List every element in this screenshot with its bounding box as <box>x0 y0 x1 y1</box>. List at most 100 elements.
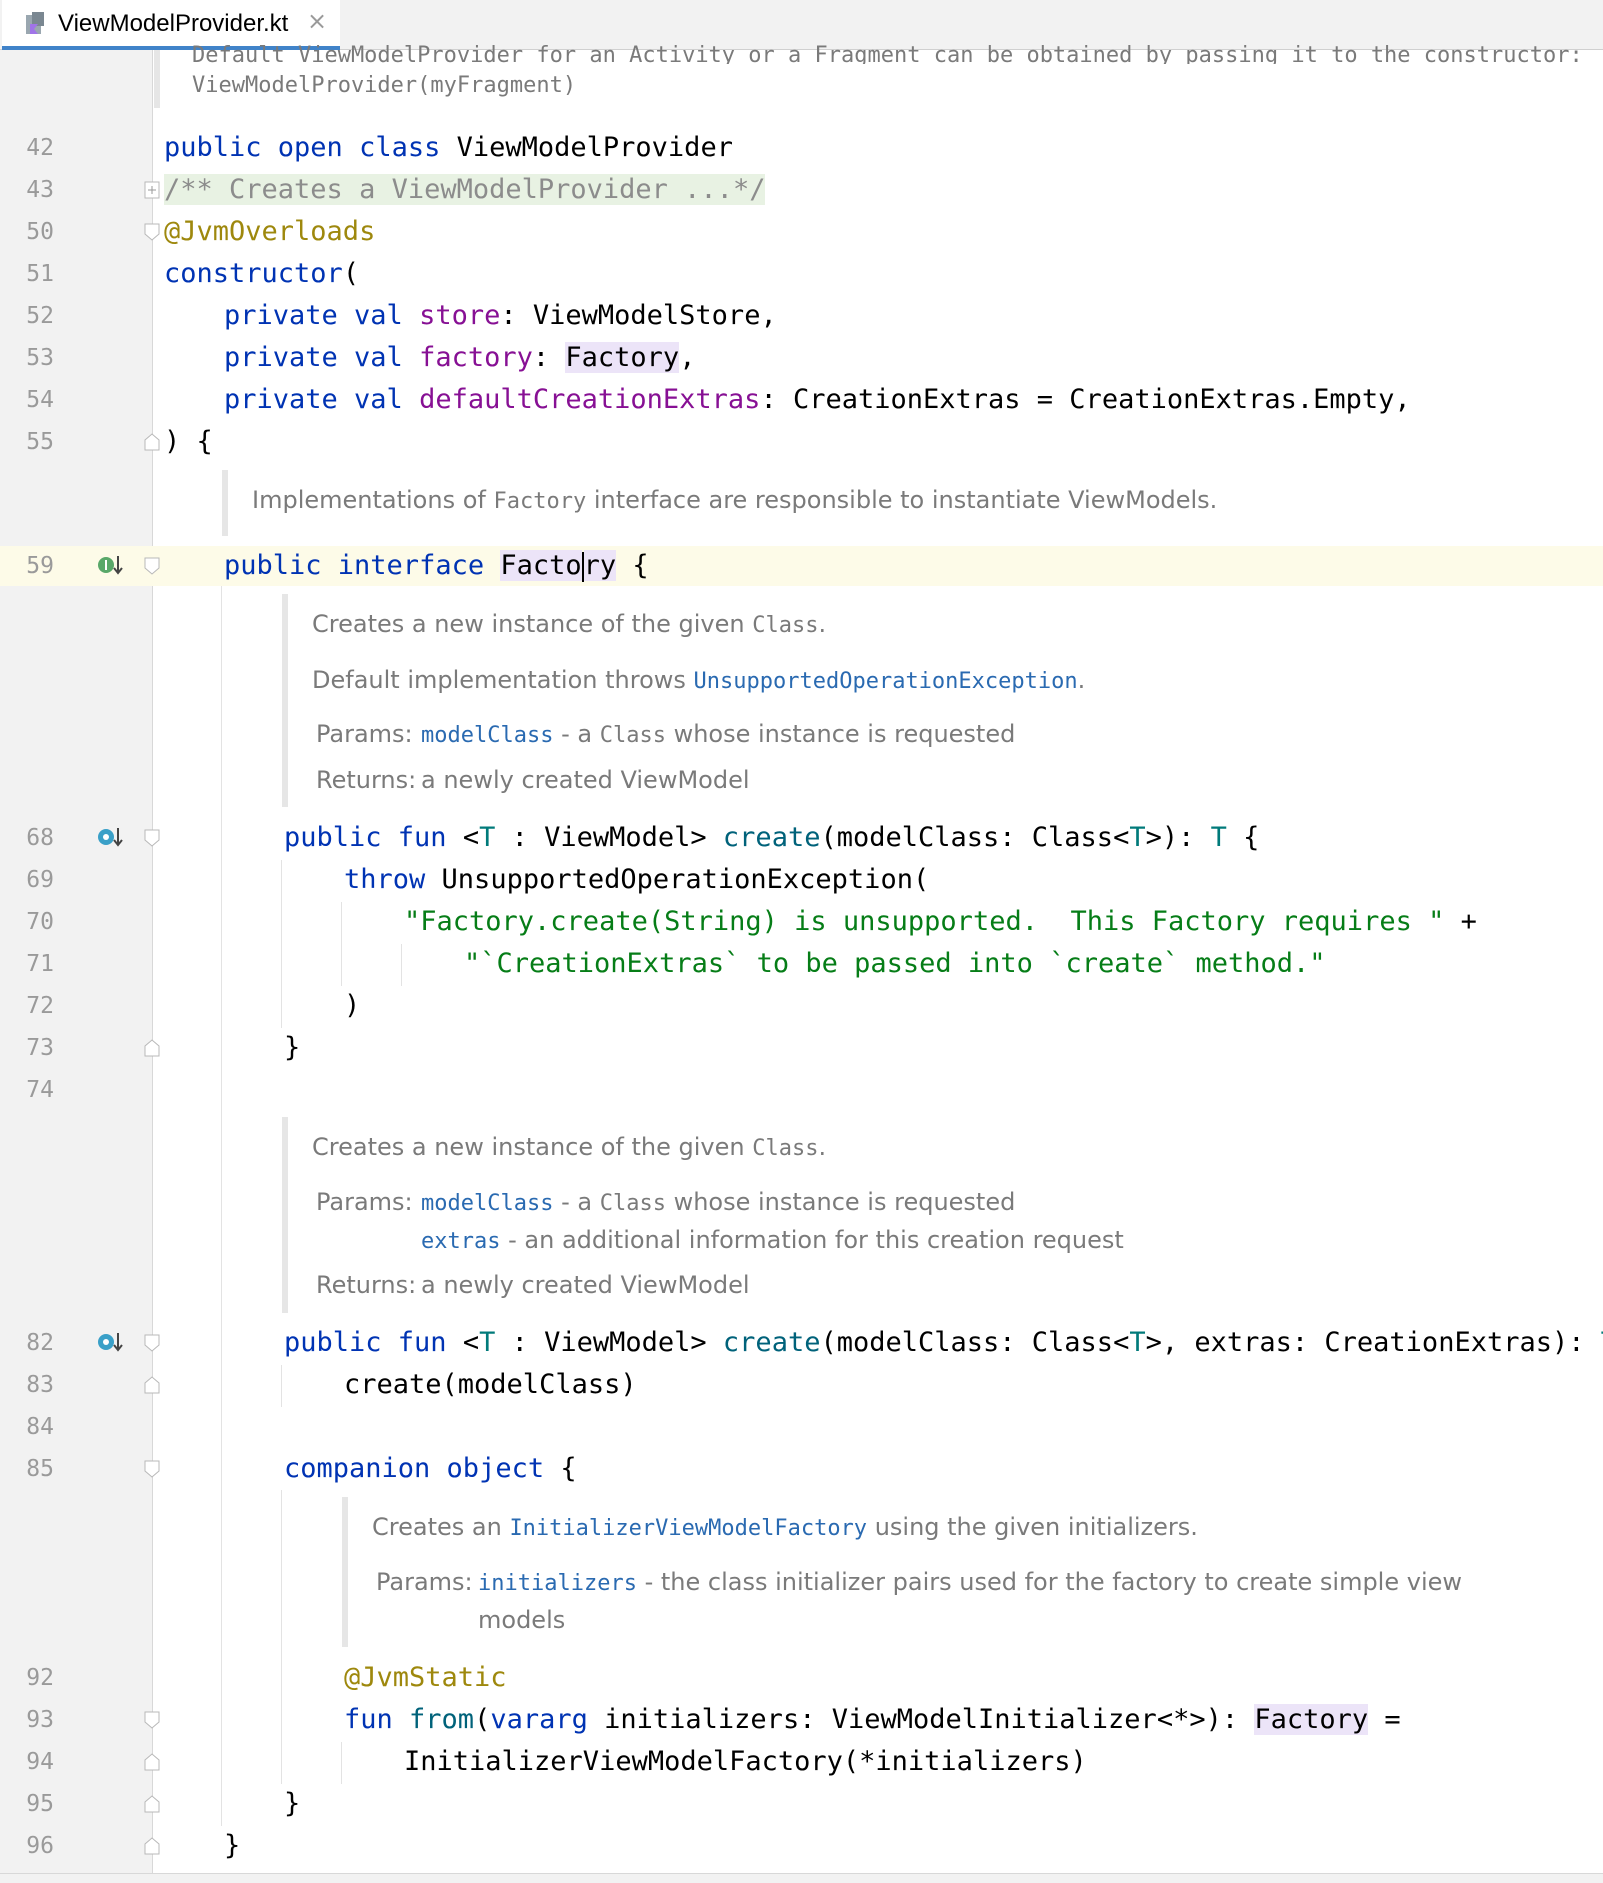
class-doc-line2: ViewModelProvider(myFragment) <box>192 73 577 98</box>
line-number: 85 <box>26 1456 54 1482</box>
line-number: 42 <box>26 135 54 161</box>
code-line-50[interactable]: @JvmOverloads <box>164 211 375 253</box>
line-number: 94 <box>26 1749 54 1775</box>
fold-start-icon[interactable] <box>144 1460 160 1478</box>
from-doc-summary: Creates an InitializerViewModelFactory u… <box>372 1513 1198 1541</box>
param-extras-link[interactable]: extras <box>421 1229 500 1254</box>
code-line-42[interactable]: public open class ViewModelProvider <box>164 127 733 169</box>
doc-bar <box>342 1497 348 1647</box>
from-doc-params-label: Params: <box>376 1568 473 1596</box>
line-number: 71 <box>26 951 54 977</box>
fold-start-icon[interactable] <box>144 1334 160 1352</box>
line-number: 93 <box>26 1707 54 1733</box>
initializer-factory-link[interactable]: InitializerViewModelFactory <box>509 1516 867 1541</box>
line-number: 53 <box>26 345 54 371</box>
from-doc-param-continued: models <box>478 1606 566 1634</box>
indent-guide <box>281 1490 282 1784</box>
code-line-72[interactable]: ) <box>344 985 360 1027</box>
line-number: 82 <box>26 1330 54 1356</box>
create-extras-doc-param1: modelClass - a Class whose instance is r… <box>421 1188 1016 1216</box>
code-line-55[interactable]: ) { <box>164 421 213 463</box>
unsupported-exception-link[interactable]: UnsupportedOperationException <box>694 669 1078 694</box>
implemented-interface-icon[interactable] <box>96 553 126 577</box>
fold-end-icon[interactable] <box>144 1376 160 1394</box>
create-extras-doc-params-label: Params: <box>316 1188 413 1216</box>
fold-start-icon[interactable] <box>144 557 160 575</box>
indent-guide <box>281 1365 282 1407</box>
create-doc-summary: Creates a new instance of the given Clas… <box>312 610 827 638</box>
param-modelclass-link[interactable]: modelClass <box>421 1191 553 1216</box>
text-caret <box>581 551 584 582</box>
param-initializers-link[interactable]: initializers <box>478 1571 637 1596</box>
close-tab-icon[interactable]: × <box>307 7 327 35</box>
indent-guide <box>221 586 222 1826</box>
factory-interface-doc: Implementations of Factory interface are… <box>252 486 1218 514</box>
create-extras-doc-summary: Creates a new instance of the given Clas… <box>312 1133 827 1161</box>
line-number: 59 <box>26 553 54 579</box>
tab-filename: ViewModelProvider.kt <box>58 10 289 37</box>
fold-end-icon[interactable] <box>144 1039 160 1057</box>
code-line-51[interactable]: constructor( <box>164 253 359 295</box>
kotlin-file-icon <box>26 12 44 34</box>
param-modelclass-link[interactable]: modelClass <box>421 723 553 748</box>
line-number: 92 <box>26 1665 54 1691</box>
indent-guide <box>341 1742 342 1784</box>
fold-end-icon[interactable] <box>144 433 160 451</box>
fold-expand-icon[interactable] <box>144 181 160 199</box>
create-doc-params-label: Params: <box>316 720 413 748</box>
code-line-96[interactable]: } <box>224 1825 240 1867</box>
line-number: 84 <box>26 1414 54 1440</box>
create-doc-default: Default implementation throws Unsupporte… <box>312 666 1086 694</box>
class-doc-line1: Default ViewModelProvider for an Activit… <box>192 43 1583 64</box>
code-line-59[interactable]: public interface Factory { <box>224 545 649 587</box>
fold-end-icon[interactable] <box>144 1753 160 1771</box>
fold-end-icon[interactable] <box>144 1795 160 1813</box>
code-line-82[interactable]: public fun <T : ViewModel> create(modelC… <box>284 1322 1603 1364</box>
code-line-54[interactable]: private val defaultCreationExtras: Creat… <box>224 379 1411 421</box>
line-number: 55 <box>26 429 54 455</box>
line-number: 51 <box>26 261 54 287</box>
create-doc-param: modelClass - a Class whose instance is r… <box>421 720 1016 748</box>
implemented-method-icon[interactable] <box>96 1330 126 1354</box>
doc-bar <box>282 1117 288 1313</box>
create-extras-doc-param2: extras - an additional information for t… <box>421 1226 1124 1254</box>
create-extras-doc-returns-label: Returns: <box>316 1271 417 1299</box>
code-line-52[interactable]: private val store: ViewModelStore, <box>224 295 777 337</box>
line-number: 69 <box>26 867 54 893</box>
indent-guide <box>341 902 342 986</box>
doc-bar <box>222 470 228 536</box>
code-line-53[interactable]: private val factory: Factory, <box>224 337 695 379</box>
code-line-93[interactable]: fun from(vararg initializers: ViewModelI… <box>344 1699 1401 1741</box>
code-line-73[interactable]: } <box>284 1027 300 1069</box>
code-line-70[interactable]: "Factory.create(String) is unsupported. … <box>404 901 1477 943</box>
line-number: 54 <box>26 387 54 413</box>
doc-bar <box>154 50 160 108</box>
create-doc-returns: a newly created ViewModel <box>421 766 750 794</box>
code-line-43[interactable]: /** Creates a ViewModelProvider ...*/ <box>164 169 766 211</box>
line-number: 68 <box>26 825 54 851</box>
create-doc-returns-label: Returns: <box>316 766 417 794</box>
line-number: 96 <box>26 1833 54 1859</box>
code-line-83[interactable]: create(modelClass) <box>344 1364 637 1406</box>
indent-guide <box>281 860 282 1028</box>
fold-start-icon[interactable] <box>144 1711 160 1729</box>
line-number: 72 <box>26 993 54 1019</box>
line-number: 74 <box>26 1077 54 1103</box>
line-number: 50 <box>26 219 54 245</box>
doc-bar <box>282 594 288 807</box>
create-extras-doc-returns: a newly created ViewModel <box>421 1271 750 1299</box>
code-line-68[interactable]: public fun <T : ViewModel> create(modelC… <box>284 817 1259 859</box>
fold-end-icon[interactable] <box>144 1837 160 1855</box>
code-line-85[interactable]: companion object { <box>284 1448 577 1490</box>
code-line-71[interactable]: "`CreationExtras` to be passed into `cre… <box>464 943 1326 985</box>
code-line-69[interactable]: throw UnsupportedOperationException( <box>344 859 929 901</box>
fold-start-icon[interactable] <box>144 829 160 847</box>
code-line-92[interactable]: @JvmStatic <box>344 1657 507 1699</box>
fold-start-icon[interactable] <box>144 223 160 241</box>
code-line-94[interactable]: InitializerViewModelFactory(*initializer… <box>404 1741 1087 1783</box>
line-number: 73 <box>26 1035 54 1061</box>
implemented-method-icon[interactable] <box>96 825 126 849</box>
line-number: 52 <box>26 303 54 329</box>
line-number: 95 <box>26 1791 54 1817</box>
code-line-95[interactable]: } <box>284 1783 300 1825</box>
